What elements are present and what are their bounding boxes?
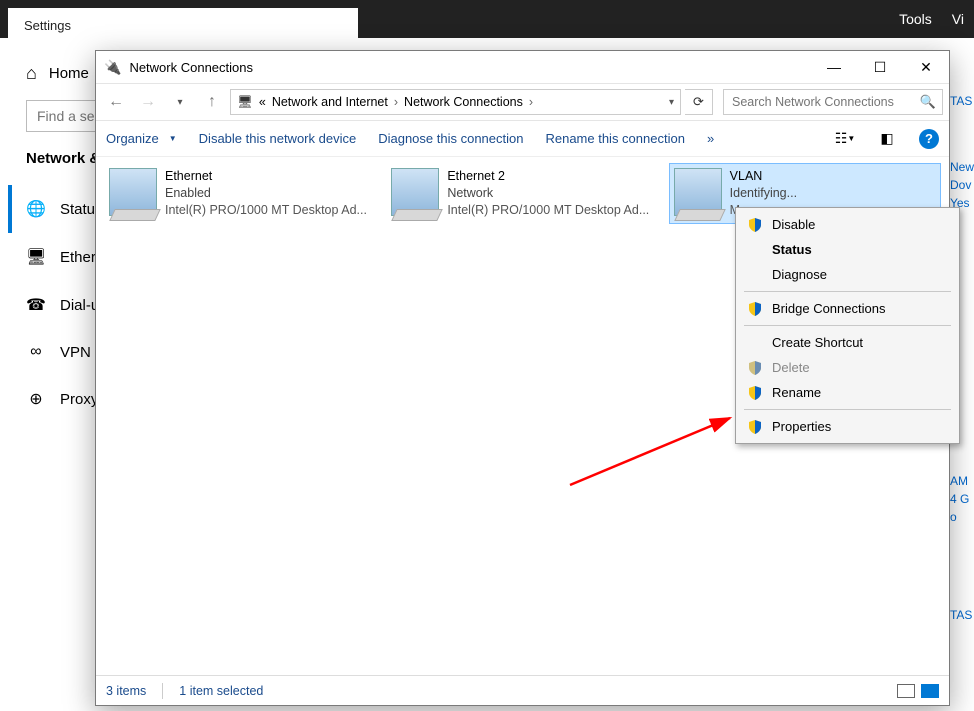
home-label: Home [49,65,89,82]
shield-icon [748,361,762,375]
spacer [748,243,762,257]
up-button[interactable]: ↑ [198,88,226,116]
sidebar-label: VPN [60,344,91,361]
more-commands[interactable]: » [707,131,714,146]
view-options-icon[interactable]: ☷▼ [835,129,855,149]
details-view-icon[interactable] [897,684,915,698]
ctx-label: Status [772,242,812,257]
address-bar[interactable]: 🖥 « Network and Internet › Network Conne… [230,89,681,115]
organize-menu[interactable]: Organize [106,131,177,146]
forward-button[interactable]: → [134,88,162,116]
ctx-label: Disable [772,217,815,232]
titlebar: 🔌 Network Connections — ☐ ✕ [96,51,949,83]
connection-item-ethernet2[interactable]: Ethernet 2 Network Intel(R) PRO/1000 MT … [386,163,658,224]
breadcrumb-prefix: « [259,95,266,109]
breadcrumb-item[interactable]: Network and Internet [272,95,388,109]
ctx-label: Rename [772,385,821,400]
sidebar-label: Dial-u [60,297,99,314]
chevron-right-icon: › [529,95,533,109]
ctx-disable[interactable]: Disable [736,212,959,237]
refresh-button[interactable]: ⟳ [685,89,713,115]
ctx-label: Diagnose [772,267,827,282]
help-icon[interactable]: ? [919,129,939,149]
ctx-label: Bridge Connections [772,301,885,316]
adapter-icon [109,168,157,216]
search-input[interactable] [730,94,920,110]
connection-status: Identifying... [730,185,797,202]
address-bar-row: ← → ▾ ↑ 🖥 « Network and Internet › Netwo… [96,83,949,121]
search-box[interactable]: 🔍 [723,89,943,115]
connection-status: Enabled [165,185,367,202]
ctx-delete: Delete [736,355,959,380]
ctx-diagnose[interactable]: Diagnose [736,262,959,287]
address-dropdown-icon[interactable]: ▾ [669,97,674,108]
shield-icon [748,386,762,400]
ctx-rename[interactable]: Rename [736,380,959,405]
window-icon: 🔌 [104,59,121,76]
chevron-right-icon: › [394,95,398,109]
divider [162,683,163,699]
shield-icon [748,302,762,316]
connection-name: VLAN [730,168,797,185]
ctx-label: Create Shortcut [772,335,863,350]
selected-count: 1 item selected [179,684,263,698]
connection-item-ethernet[interactable]: Ethernet Enabled Intel(R) PRO/1000 MT De… [104,163,376,224]
rename-button[interactable]: Rename this connection [545,131,684,146]
connection-desc: Intel(R) PRO/1000 MT Desktop Ad... [165,202,367,219]
ctx-label: Delete [772,360,810,375]
large-icons-view-icon[interactable] [921,684,939,698]
proxy-icon: ⊕ [26,389,46,409]
command-bar: Organize Disable this network device Dia… [96,121,949,157]
item-count: 3 items [106,684,146,698]
spacer [748,268,762,282]
view-mode-switcher[interactable] [897,684,939,698]
diagnose-button[interactable]: Diagnose this connection [378,131,523,146]
recent-dropdown[interactable]: ▾ [166,88,194,116]
shield-icon [748,218,762,232]
close-button[interactable]: ✕ [903,51,949,83]
status-bar: 3 items 1 item selected [96,675,949,705]
ethernet-icon: 🖥 [26,247,46,267]
search-icon: 🔍 [920,94,936,110]
settings-title: Settings [8,8,358,43]
connection-status: Network [447,185,649,202]
separator [744,325,951,326]
globe-icon: 🌐 [26,199,46,219]
window-title: Network Connections [129,60,811,75]
ctx-shortcut[interactable]: Create Shortcut [736,330,959,355]
vpn-icon: ∞ [26,343,46,361]
location-icon: 🖥 [237,95,253,110]
ctx-status[interactable]: Status [736,237,959,262]
separator [744,291,951,292]
shield-icon [748,420,762,434]
connection-name: Ethernet [165,168,367,185]
home-icon: ⌂ [26,63,37,84]
separator [744,409,951,410]
spacer [748,336,762,350]
connection-name: Ethernet 2 [447,168,649,185]
sidebar-label: Proxy [60,391,98,408]
ctx-properties[interactable]: Properties [736,414,959,439]
menu-view[interactable]: Vi [952,11,964,27]
preview-pane-icon[interactable]: ◧ [877,129,897,149]
menu-tools[interactable]: Tools [899,11,932,27]
connection-desc: Intel(R) PRO/1000 MT Desktop Ad... [447,202,649,219]
disable-device-button[interactable]: Disable this network device [199,131,357,146]
context-menu: Disable Status Diagnose Bridge Connectio… [735,207,960,444]
ctx-label: Properties [772,419,831,434]
adapter-icon [391,168,439,216]
minimize-button[interactable]: — [811,51,857,83]
back-button[interactable]: ← [102,88,130,116]
maximize-button[interactable]: ☐ [857,51,903,83]
ctx-bridge[interactable]: Bridge Connections [736,296,959,321]
annotation-arrow [565,410,745,490]
breadcrumb-item[interactable]: Network Connections [404,95,523,109]
adapter-icon [674,168,722,216]
dialup-icon: ☎ [26,295,46,315]
